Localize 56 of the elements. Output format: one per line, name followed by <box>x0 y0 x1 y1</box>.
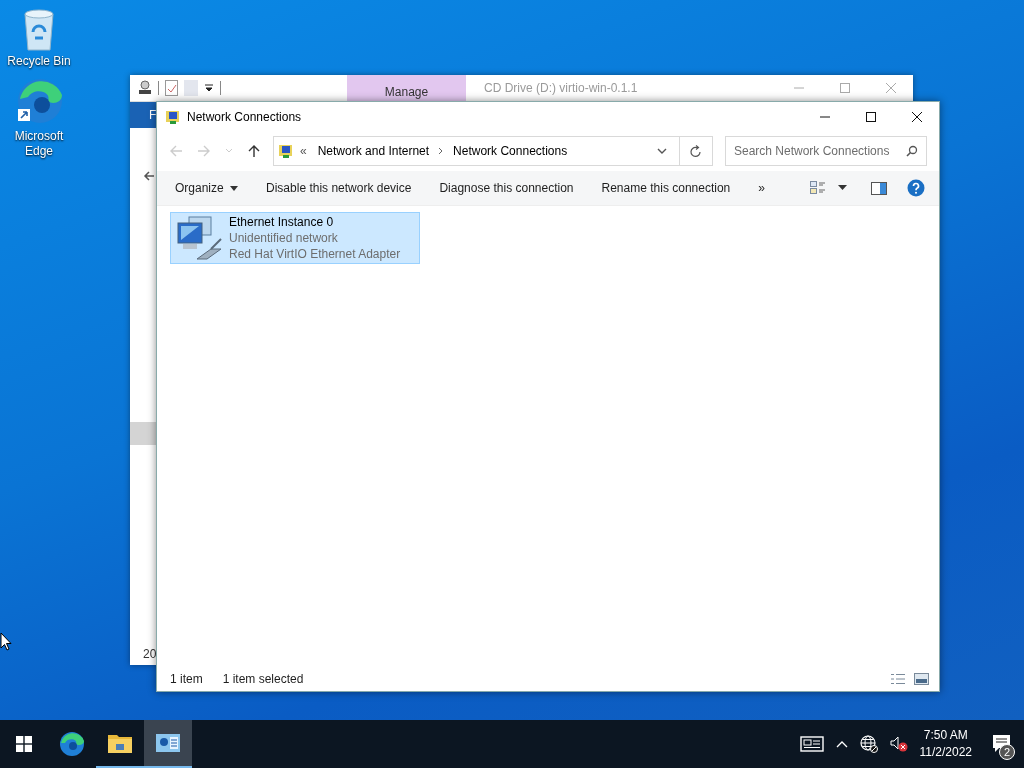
preview-pane-icon[interactable] <box>871 181 887 195</box>
properties-icon[interactable] <box>165 80 178 96</box>
back-arrow-icon[interactable] <box>143 170 155 182</box>
dropdown-icon[interactable] <box>204 83 214 93</box>
file-tab[interactable]: F <box>149 108 157 122</box>
adapter-name: Red Hat VirtIO Ethernet Adapter <box>229 246 401 262</box>
up-arrow-icon[interactable] <box>247 144 261 158</box>
windows-icon <box>16 736 32 752</box>
notification-button[interactable]: 2 <box>980 720 1024 768</box>
breadcrumb-overflow[interactable]: « <box>300 144 307 158</box>
command-button[interactable]: Diagnose this connection <box>429 177 584 199</box>
breadcrumb[interactable]: Network and Internet <box>317 144 430 158</box>
status-text: 20 <box>143 647 157 661</box>
network-adapter-icon <box>175 215 223 261</box>
organize-menu[interactable]: Organize <box>165 177 249 199</box>
large-icons-view-icon[interactable] <box>914 673 929 685</box>
breadcrumb[interactable]: Network Connections <box>453 144 568 158</box>
ribbon-tab[interactable]: Manage <box>347 75 466 101</box>
network-folder-icon <box>165 108 181 125</box>
desktop-icon-label[interactable]: Recycle Bin <box>1 54 77 69</box>
search-field[interactable]: Search Network Connections <box>725 136 927 166</box>
news-icon[interactable] <box>799 736 824 752</box>
network-folder-icon <box>278 143 294 159</box>
close-icon[interactable] <box>911 110 923 123</box>
chevron-up-icon[interactable] <box>835 740 848 748</box>
edge-icon <box>59 731 85 757</box>
mouse-pointer-icon <box>0 632 12 651</box>
status-text: 1 item <box>170 672 203 686</box>
network-window-icon <box>156 734 180 752</box>
dropdown-icon[interactable] <box>838 185 847 191</box>
connection-name: Ethernet Instance 0 <box>229 214 335 230</box>
window-title: CD Drive (D:) virtio-win-0.1.1 <box>484 81 638 95</box>
help-icon[interactable] <box>907 179 925 197</box>
view-options-icon[interactable] <box>810 181 826 195</box>
refresh-icon[interactable] <box>690 144 702 158</box>
caret-icon <box>230 186 239 192</box>
desktop-icon-label[interactable]: Microsoft Edge <box>1 129 77 159</box>
maximize-icon[interactable] <box>865 110 877 123</box>
globe-icon[interactable] <box>859 735 878 753</box>
more-commands-button[interactable]: » <box>748 177 775 199</box>
address-bar[interactable]: « Network and Internet Network Connections <box>273 136 713 166</box>
dropdown-icon[interactable] <box>657 147 667 155</box>
details-view-icon[interactable] <box>890 673 906 685</box>
clock-date[interactable]: 11/2/2022 <box>919 744 972 761</box>
clock-time[interactable]: 7:50 AM <box>923 727 968 744</box>
connection-status: Unidentified network <box>229 230 339 246</box>
taskbar-app-button[interactable] <box>144 720 192 768</box>
search-icon <box>906 145 918 157</box>
drive-icon <box>138 80 152 96</box>
muted-speaker-icon[interactable] <box>889 736 908 752</box>
window-title: Network Connections <box>187 109 302 124</box>
network-connection-item[interactable]: Ethernet Instance 0 Unidentified network Red Hat VirtIO Ethernet Adapter <box>170 212 420 264</box>
status-text: 1 item selected <box>222 672 304 686</box>
notification-count: 2 <box>999 744 1015 760</box>
command-button[interactable]: Disable this network device <box>256 177 422 199</box>
command-button[interactable]: Rename this connection <box>591 177 741 199</box>
